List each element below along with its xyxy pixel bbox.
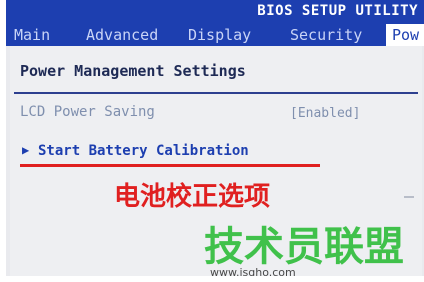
lcd-power-saving-label: LCD Power Saving bbox=[20, 104, 155, 120]
window-title: BIOS SETUP UTILITY bbox=[257, 3, 418, 19]
lcd-power-saving-value[interactable]: [Enabled] bbox=[290, 106, 360, 121]
tab-main[interactable]: Main bbox=[14, 24, 50, 46]
start-battery-calibration-item[interactable]: Start Battery Calibration bbox=[38, 143, 249, 159]
annotation-underline bbox=[20, 164, 320, 167]
watermark-logo: 技术员联盟 bbox=[204, 224, 404, 270]
content-panel: Power Management Settings LCD Power Savi… bbox=[10, 46, 422, 276]
bios-screen: BIOS SETUP UTILITY Main Advanced Display… bbox=[6, 0, 424, 276]
submenu-arrow-icon: ▶ bbox=[22, 143, 30, 157]
scroll-indicator bbox=[404, 196, 414, 198]
tab-security[interactable]: Security bbox=[290, 24, 362, 46]
watermark-url: www.jsgho.com bbox=[210, 266, 296, 276]
annotation-caption: 电池校正选项 bbox=[114, 182, 271, 212]
tab-power[interactable]: Pow bbox=[386, 24, 424, 46]
section-title: Power Management Settings bbox=[20, 62, 246, 80]
tab-advanced[interactable]: Advanced bbox=[86, 24, 158, 46]
tab-bar: Main Advanced Display Security Pow bbox=[6, 22, 424, 46]
tab-display[interactable]: Display bbox=[188, 24, 251, 46]
section-divider bbox=[14, 92, 418, 94]
title-bar: BIOS SETUP UTILITY bbox=[6, 0, 424, 22]
